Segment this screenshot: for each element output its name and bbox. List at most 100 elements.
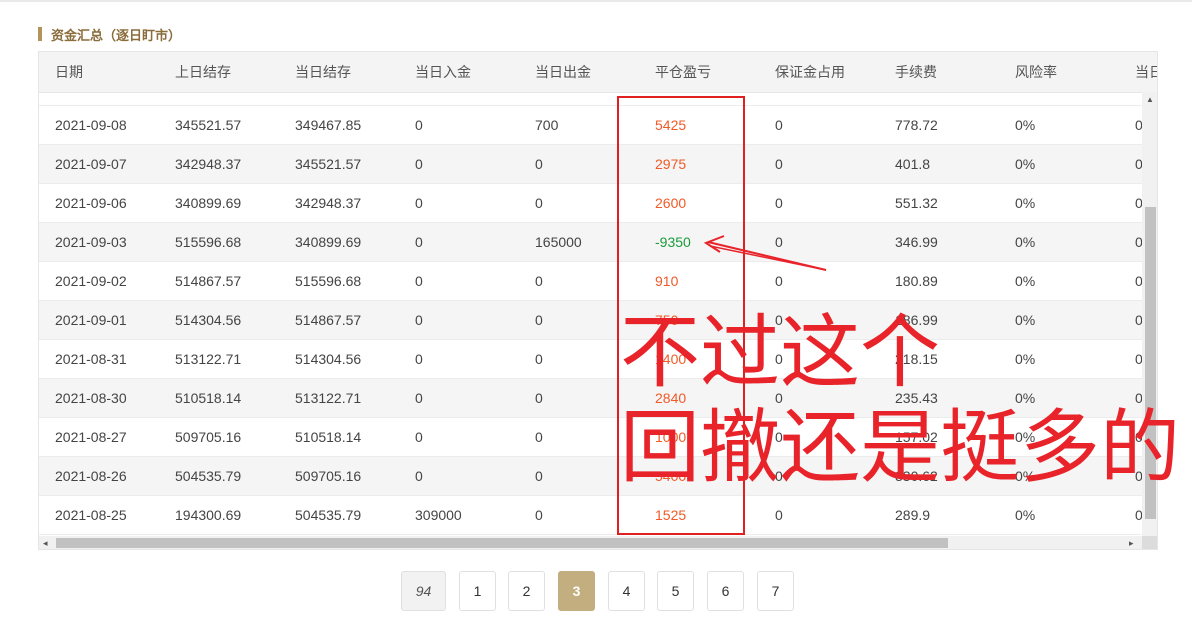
column-header-prev-balance: 上日结存 [175,64,231,80]
annotation-line-2: 回撤还是挺多的 [620,401,1180,494]
cell-balance: 340899.69 [295,234,362,250]
cell-fee: 401.8 [895,156,931,172]
cell-deposit: 0 [415,117,423,133]
page-button-5[interactable]: 5 [657,571,694,611]
cell-date: 2021-08-31 [55,351,127,367]
column-header-close-pnl: 平仓盈亏 [655,64,711,80]
cell-date: 2021-08-25 [55,507,127,523]
cell-margin: 0 [775,117,783,133]
section-title: 资金汇总（逐日盯市） [38,25,181,43]
cell-deposit: 0 [415,390,423,406]
cell-deposit: 309000 [415,507,462,523]
cell-prev-balance: 504535.79 [175,468,242,484]
cell-deposit: 0 [415,234,423,250]
table-row: 2021-09-03 515596.68 340899.69 0 165000 -9350… [39,223,1143,262]
cell-date: 2021-09-02 [55,273,127,289]
cell-balance: 515596.68 [295,273,362,289]
cell-balance: 513122.71 [295,390,362,406]
cell-risk-rate: 0% [1015,156,1036,172]
cell-withdrawal: 165000 [535,234,582,250]
cell-deposit: 0 [415,429,423,445]
page-button-2[interactable]: 2 [508,571,545,611]
cell-margin: 0 [775,507,783,523]
cell-date: 2021-08-30 [55,390,127,406]
scroll-right-icon[interactable]: ▸ [1129,538,1134,548]
cell-date: 2021-09-07 [55,156,127,172]
pagination-total: 94 [401,571,446,611]
cell-balance: 514304.56 [295,351,362,367]
cell-prev-balance: 515596.68 [175,234,242,250]
table-row: 2021-09-02 514867.57 515596.68 0 0 910 0 180.89… [39,262,1143,301]
column-header-deposit: 当日入金 [415,64,471,80]
cell-risk-rate: 0% [1015,117,1036,133]
column-header-withdrawal: 当日出金 [535,64,591,80]
cell-withdrawal: 0 [535,312,543,328]
column-header-margin: 保证金占用 [775,64,845,80]
page-button-6[interactable]: 6 [707,571,744,611]
cell-withdrawal: 0 [535,429,543,445]
cell-deposit: 0 [415,312,423,328]
cell-withdrawal: 0 [535,195,543,211]
cell-withdrawal: 0 [535,351,543,367]
cell-prev-balance: 509705.16 [175,429,242,445]
cell-risk-rate: 0% [1015,234,1036,250]
cell-deposit: 0 [415,273,423,289]
page-button-3[interactable]: 3 [558,571,595,611]
cell-balance: 342948.37 [295,195,362,211]
column-header-balance: 当日结存 [295,64,351,80]
cell-prev-balance: 513122.71 [175,351,242,367]
table-row: 2021-08-31 513122.71 514304.56 0 0 1400 0 218.1… [39,340,1143,379]
column-header-extra: 当日 [1135,64,1157,80]
table-row: 2021-09-06 340899.69 342948.37 0 0 2600 0 551.3… [39,184,1143,223]
table-row: 2021-09-08 345521.57 349467.85 0 700 5425 0 778… [39,106,1143,145]
cell-fee: 289.9 [895,507,931,523]
cell-balance: 509705.16 [295,468,362,484]
top-divider [0,0,1192,2]
table-row: 2021-09-01 514304.56 514867.57 0 0 750 0 186.99… [39,301,1143,340]
cell-balance: 349467.85 [295,117,362,133]
horizontal-scroll-thumb[interactable] [56,538,948,548]
cell-withdrawal: 0 [535,390,543,406]
table-row: 2021-08-25 194300.69 504535.79 309000 0 1525 0… [39,496,1143,535]
cell-margin: 0 [775,156,783,172]
cell-balance: 345521.57 [295,156,362,172]
cell-fee: 346.99 [895,234,938,250]
cell-deposit: 0 [415,156,423,172]
column-header-fee: 手续费 [895,64,937,80]
cell-balance: 504535.79 [295,507,362,523]
cell-date: 2021-09-06 [55,195,127,211]
cell-deposit: 0 [415,351,423,367]
cell-prev-balance: 194300.69 [175,507,242,523]
scrollbar-corner [1142,536,1157,549]
cell-deposit: 0 [415,195,423,211]
cell-date: 2021-09-03 [55,234,127,250]
cell-balance: 510518.14 [295,429,362,445]
cell-balance: 514867.57 [295,312,362,328]
horizontal-scrollbar[interactable]: ◂ ▸ [39,536,1142,549]
page-button-7[interactable]: 7 [757,571,794,611]
cell-prev-balance: 345521.57 [175,117,242,133]
page-button-1[interactable]: 1 [459,571,496,611]
table-spacer-row [39,93,1142,106]
cell-margin: 0 [775,195,783,211]
cell-withdrawal: 0 [535,273,543,289]
table-header: 日期 上日结存 当日结存 当日入金 当日出金 平仓盈亏 保证金占用 手续费 风险率 当日 [39,52,1157,93]
cell-risk-rate: 0% [1015,195,1036,211]
title-accent-bar [38,27,42,41]
cell-risk-rate: 0% [1015,351,1036,367]
cell-date: 2021-09-08 [55,117,127,133]
cell-date: 2021-09-01 [55,312,127,328]
cell-withdrawal: 0 [535,468,543,484]
cell-fee: 778.72 [895,117,938,133]
cell-risk-rate: 0% [1015,312,1036,328]
annotation-line-1: 不过这个 [620,306,940,399]
page-button-4[interactable]: 4 [608,571,645,611]
column-header-date: 日期 [55,64,83,80]
cell-risk-rate: 0% [1015,273,1036,289]
cell-date: 2021-08-27 [55,429,127,445]
scroll-left-icon[interactable]: ◂ [43,538,48,548]
cell-prev-balance: 514867.57 [175,273,242,289]
cell-fee: 551.32 [895,195,938,211]
cell-prev-balance: 510518.14 [175,390,242,406]
scroll-up-icon[interactable]: ▲ [1146,96,1154,104]
